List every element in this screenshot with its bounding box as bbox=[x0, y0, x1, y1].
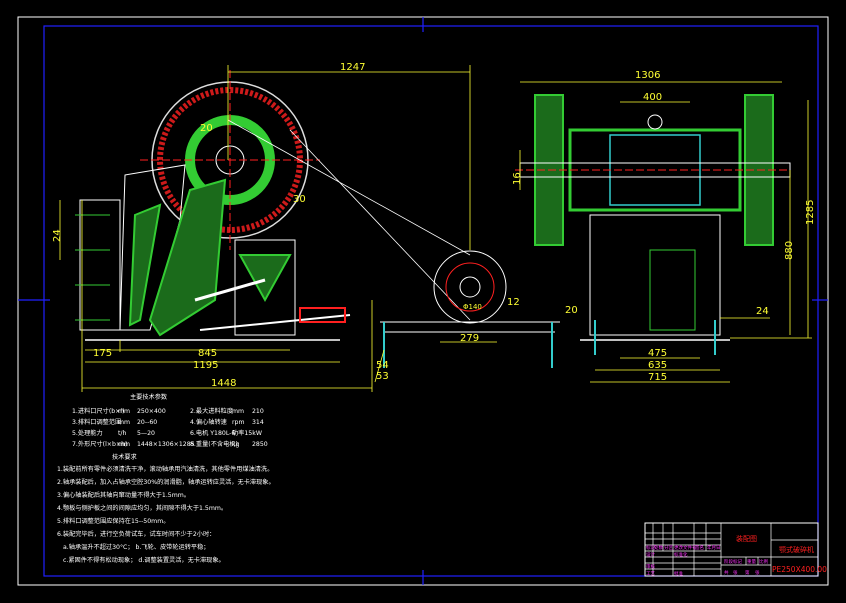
parameter-row: 1.进料口尺寸(b×l) mm 250×400 2.最大进料粒度 mm 210 bbox=[72, 407, 264, 415]
dim-24-right: 24 bbox=[756, 306, 769, 317]
dim-1306: 1306 bbox=[635, 70, 660, 81]
dim-54: 54 bbox=[376, 360, 389, 371]
technical-requirements: 技术要求 1.装配前所有零件必须清洗干净，滚动轴承用汽油清洗，其他零件用煤油清洗… bbox=[57, 453, 275, 564]
requirement-item: 1.装配前所有零件必须清洗干净，滚动轴承用汽油清洗，其他零件用煤油清洗。 bbox=[57, 465, 273, 473]
dim-400: 400 bbox=[643, 92, 662, 103]
requirement-item: a.轴承温升不超过30°C； b.飞轮、皮带轮运转平稳； bbox=[63, 543, 209, 551]
param-value: 210 bbox=[252, 408, 264, 415]
tb-label: 阶段标记 bbox=[724, 558, 742, 565]
parameter-title: 主要技术参数 bbox=[130, 393, 168, 401]
dim-20: 20 bbox=[200, 123, 213, 134]
param-unit: mm bbox=[118, 408, 130, 415]
dim-12: 12 bbox=[507, 297, 520, 308]
tb-label: 年月日 bbox=[707, 544, 721, 551]
drawing-type: 装配图 bbox=[736, 534, 757, 543]
side-dimension-lines bbox=[59, 65, 497, 392]
param-label: 2.最大进料粒度 bbox=[190, 407, 233, 415]
tb-label: 签名 bbox=[695, 544, 704, 551]
requirement-item: c.紧固件不得有松动现象； d.调整装置灵活，无卡滞现象。 bbox=[63, 556, 225, 564]
requirements-title: 技术要求 bbox=[112, 453, 137, 461]
toggle-seat bbox=[238, 254, 292, 303]
cad-drawing: 1247 20 30 24 175 845 1195 1448 279 12 2… bbox=[17, 16, 829, 586]
dim-1285: 1285 bbox=[805, 200, 816, 225]
title-block: 标记 处数 分区 更改文件号 签名 年月日 设计 标准化 审核 工艺 批准 阶段… bbox=[644, 522, 827, 577]
tb-label: 张 bbox=[733, 569, 738, 576]
dim-715: 715 bbox=[648, 372, 667, 383]
dim-1195: 1195 bbox=[193, 360, 218, 371]
requirement-item: 2.轴承装配后，加入占轴承空腔30%的润滑脂，轴承运转应灵活，无卡滞现象。 bbox=[57, 478, 275, 486]
tb-label: 分区 bbox=[664, 544, 673, 551]
tb-label: 处数 bbox=[654, 544, 663, 551]
param-label: 4.偏心轴转速 bbox=[190, 418, 227, 426]
tb-label: 第 bbox=[745, 569, 750, 576]
parameter-row: 7.外形尺寸(l×b×h) mm 1448×1306×1285 8.重量(不含电… bbox=[72, 440, 268, 448]
dim-20-right: 20 bbox=[565, 305, 578, 316]
tb-label: 工艺 bbox=[646, 571, 655, 577]
parameter-table: 主要技术参数 1.进料口尺寸(b×l) mm 250×400 2.最大进料粒度 … bbox=[72, 393, 268, 448]
feed-guard bbox=[79, 199, 121, 331]
dim-635: 635 bbox=[648, 360, 667, 371]
param-value: 250×400 bbox=[137, 408, 166, 415]
param-unit: rpm bbox=[232, 419, 245, 426]
dim-24-left: 24 bbox=[52, 229, 63, 242]
tb-label: 审核 bbox=[646, 563, 655, 570]
dim-175: 175 bbox=[93, 348, 112, 359]
dim-pulley: Φ140 bbox=[463, 303, 482, 311]
motor-pulley bbox=[433, 250, 507, 324]
front-view bbox=[515, 94, 791, 355]
dim-53: 53 bbox=[376, 371, 389, 382]
param-label: 6.电机 Y180L-6 bbox=[190, 429, 235, 437]
requirement-item: 3.偏心轴装配后其轴向窜动量不得大于1.5mm。 bbox=[57, 491, 190, 499]
requirement-item: 4.颚板与侧护板之间的间隙应均匀，其间隙不得大于1.5mm。 bbox=[57, 504, 227, 512]
tb-label: 共 bbox=[724, 569, 729, 576]
frame-body bbox=[589, 214, 721, 336]
param-unit: mm bbox=[118, 441, 130, 448]
param-unit: kg bbox=[232, 441, 240, 448]
dim-16: 16 bbox=[512, 172, 523, 185]
param-unit: mm bbox=[118, 419, 130, 426]
requirement-item: 6.装配完毕后，进行空负荷试车，试车时间不少于2小时： bbox=[57, 530, 215, 538]
requirement-item: 5.排料口调整范围应保持在15--50mm。 bbox=[57, 517, 169, 525]
dim-845: 845 bbox=[198, 348, 217, 359]
dim-279: 279 bbox=[460, 333, 479, 344]
tb-label: 更改文件号 bbox=[674, 544, 697, 551]
param-unit: 功率15kW bbox=[232, 429, 262, 437]
param-label: 8.重量(不含电机) bbox=[190, 440, 238, 448]
param-value: 5—20 bbox=[137, 430, 155, 437]
param-label: 3.排料口调整范围 bbox=[72, 418, 121, 426]
param-label: 1.进料口尺寸(b×l) bbox=[72, 407, 125, 415]
dim-30: 30 bbox=[293, 194, 306, 205]
dim-475: 475 bbox=[648, 348, 667, 359]
param-unit: mm bbox=[232, 408, 244, 415]
drawing-name: 颚式破碎机 bbox=[779, 545, 814, 554]
param-value: 314 bbox=[252, 419, 264, 426]
parameter-row: 5.处理能力 t/h 5—20 6.电机 Y180L-6 功率15kW bbox=[72, 429, 262, 437]
tb-label: 重量 bbox=[747, 558, 756, 565]
tb-label: 比例 bbox=[759, 558, 768, 565]
parameter-row: 3.排料口调整范围 mm 20--60 4.偏心轴转速 rpm 314 bbox=[72, 418, 264, 426]
param-value: 20--60 bbox=[137, 419, 157, 426]
dim-1448: 1448 bbox=[211, 378, 236, 389]
tb-label: 设计 bbox=[646, 551, 655, 558]
tb-label: 张 bbox=[755, 569, 760, 576]
dim-1247: 1247 bbox=[340, 62, 365, 73]
moving-jaw bbox=[148, 178, 227, 337]
param-value: 2850 bbox=[252, 441, 268, 448]
param-label: 5.处理能力 bbox=[72, 429, 103, 437]
param-unit: t/h bbox=[118, 430, 127, 437]
tb-label: 标准化 bbox=[674, 551, 688, 558]
tb-label: 批准 bbox=[674, 570, 683, 577]
dim-880: 880 bbox=[784, 241, 795, 260]
side-view bbox=[75, 70, 560, 368]
drawing-code: PE250X400.00 bbox=[772, 565, 827, 574]
param-value: 1448×1306×1285 bbox=[137, 441, 195, 448]
